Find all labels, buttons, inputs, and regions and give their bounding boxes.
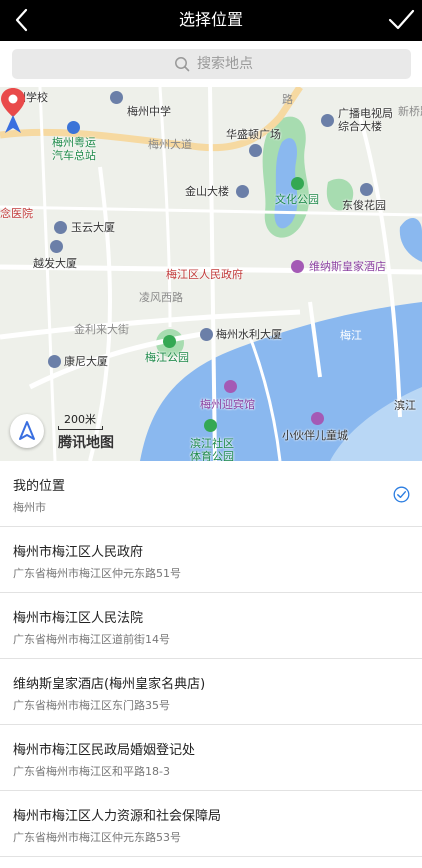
page-title: 选择位置 <box>178 10 243 29</box>
map-label-binjiang[interactable]: 滨江 <box>394 399 416 412</box>
location-address: 广东省梅州市梅江区仲元东路51号 <box>13 567 181 580</box>
location-name: 梅州市梅江区民政局婚姻登记处 <box>13 743 196 758</box>
location-name: 我的位置 <box>13 479 66 494</box>
bus-icon <box>67 121 80 134</box>
map-label-jinli-avenue: 金利来大街 <box>74 323 129 336</box>
building-icon <box>50 240 63 253</box>
list-item-location[interactable]: 维纳斯皇家酒店(梅州皇家名典店) 广东省梅州市梅江区东门路35号 <box>0 659 422 725</box>
map-label-meizhou-avenue: 梅州大道 <box>148 138 192 151</box>
search-input[interactable]: 搜索地点 <box>12 49 411 79</box>
map-watermark: 腾讯地图 <box>58 435 114 451</box>
map-label-binjiang-sports-park[interactable]: 滨江社区 体育公园 <box>190 437 234 461</box>
sports-park-icon <box>204 419 217 432</box>
map-label-huasheng-plaza[interactable]: 华盛顿广场 <box>226 128 281 141</box>
location-address: 广东省梅州市梅江区和平路18-3 <box>13 765 170 778</box>
map-label-road-top: 路 <box>282 93 293 106</box>
map-label-tv-building[interactable]: 广播电视局 综合大楼 <box>338 107 393 133</box>
map-label-kids-town[interactable]: 小伙伴儿童城 <box>282 429 348 442</box>
map-label-hospital[interactable]: 念医院 <box>0 207 33 220</box>
map-label-yuefa-building[interactable]: 越发大厦 <box>33 257 77 270</box>
mall-icon <box>249 144 262 157</box>
location-address: 广东省梅州市梅江区东门路35号 <box>13 699 170 712</box>
school-icon <box>110 91 123 104</box>
map-label-dongjun-garden[interactable]: 东俊花园 <box>342 199 386 212</box>
building-icon <box>54 221 67 234</box>
park-icon <box>163 335 176 348</box>
scale-bar <box>58 426 103 430</box>
map-label-venice-hotel[interactable]: 维纳斯皇家酒店 <box>309 260 386 273</box>
residence-icon <box>360 183 373 196</box>
location-name: 梅州市梅江区人民法院 <box>13 611 144 626</box>
map-label-meijiang-park[interactable]: 梅江公园 <box>145 351 189 364</box>
map-label-meijiang-river: 梅江 <box>340 329 362 342</box>
map-label-bus-station[interactable]: 梅州粤运 汽车总站 <box>52 136 96 162</box>
map-label-gov-office[interactable]: 梅江区人民政府 <box>166 268 243 281</box>
location-name: 维纳斯皇家酒店(梅州皇家名典店) <box>13 677 206 692</box>
map-label-yuyun-building[interactable]: 玉云大厦 <box>71 221 115 234</box>
building-icon <box>200 328 213 341</box>
map-pin-icon <box>1 88 25 133</box>
checkmark-icon[interactable] <box>386 6 416 34</box>
list-item-location[interactable]: 梅州市梅江区人民政府 广东省梅州市梅江区仲元东路51号 <box>0 527 422 593</box>
location-address: 广东省梅州市梅江区仲元东路53号 <box>13 831 181 844</box>
scale-text: 200米 <box>64 413 96 426</box>
search-icon <box>175 57 190 72</box>
building-icon <box>236 185 249 198</box>
location-address: 梅州市 <box>13 501 46 514</box>
map-scale: 200米 <box>58 414 103 430</box>
list-item-location[interactable]: 梅州市梅江区民政局婚姻登记处 广东省梅州市梅江区和平路18-3 <box>0 725 422 791</box>
map-label-kangni-building[interactable]: 康尼大厦 <box>64 355 108 368</box>
hotel-icon <box>224 380 237 393</box>
map-label-culture-park[interactable]: 文化公园 <box>275 193 319 206</box>
location-name: 梅州市梅江区人民政府 <box>13 545 144 560</box>
hotel-icon <box>291 260 304 273</box>
park-icon <box>291 177 304 190</box>
map-label-guest-house[interactable]: 梅州迎宾馆 <box>200 398 255 411</box>
search-bar-container: 搜索地点 <box>0 41 422 87</box>
building-icon <box>48 355 61 368</box>
building-icon <box>321 114 334 127</box>
top-bar: 选择位置 <box>0 0 422 41</box>
map-label-lingfeng-road: 凌风西路 <box>139 291 183 304</box>
list-item-my-location[interactable]: 我的位置 梅州市 <box>0 461 422 527</box>
circle-check-icon <box>393 486 410 503</box>
location-address: 广东省梅州市梅江区道前街14号 <box>13 633 170 646</box>
map-label-jinshan-building[interactable]: 金山大楼 <box>185 185 229 198</box>
list-item-location[interactable]: 梅州市梅江区人民法院 广东省梅州市梅江区道前街14号 <box>0 593 422 659</box>
locate-button[interactable] <box>10 414 44 448</box>
map-label-meizhou-middle[interactable]: 梅州中学 <box>127 105 171 118</box>
map-label-shuili-building[interactable]: 梅州水利大厦 <box>216 328 282 341</box>
location-name: 梅州市梅江区人力资源和社会保障局 <box>13 809 222 824</box>
map-label-xinqiao-road: 新桥路 <box>398 105 422 118</box>
search-placeholder: 搜索地点 <box>197 56 253 72</box>
location-list: 我的位置 梅州市 梅州市梅江区人民政府 广东省梅州市梅江区仲元东路51号 梅州市… <box>0 461 422 857</box>
list-item-location[interactable]: 梅州市梅江区人力资源和社会保障局 广东省梅州市梅江区仲元东路53号 <box>0 791 422 857</box>
navigation-arrow-icon <box>19 421 35 440</box>
map-view[interactable]: 五洲学校 梅州中学 广播电视局 综合大楼 梅州粤运 汽车总站 梅州大道 华盛顿广… <box>0 87 422 461</box>
kids-icon <box>311 412 324 425</box>
